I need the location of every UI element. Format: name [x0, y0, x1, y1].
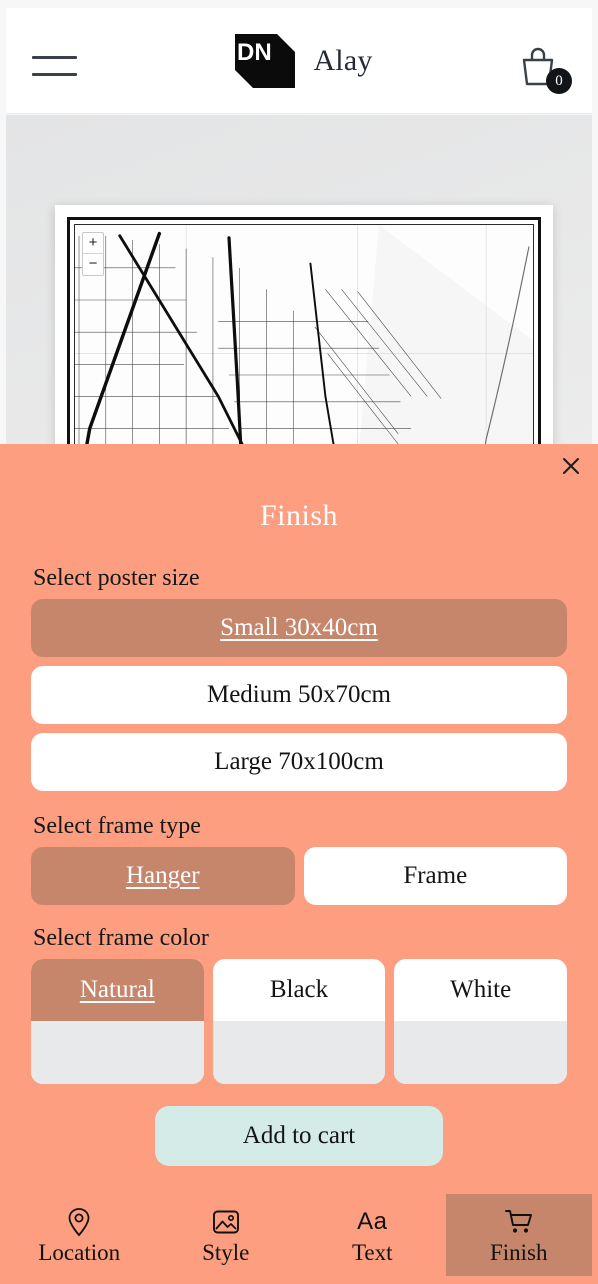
finish-modal: Finish Select poster size Small 30x40cm …: [0, 444, 598, 1284]
bottom-navigation: Location Style Aa Text Finish: [6, 1194, 592, 1276]
frame-color-section: Select frame color Natural Black White: [0, 925, 598, 1084]
cart-button[interactable]: 0: [518, 46, 572, 94]
image-icon: [212, 1206, 240, 1238]
modal-title: Finish: [259, 499, 339, 532]
frame-type-label: Select frame type: [33, 813, 201, 839]
text-aa-glyph: Aa: [357, 1208, 388, 1235]
map-zoom-controls[interactable]: + −: [82, 232, 104, 276]
size-option-small[interactable]: Small 30x40cm: [31, 599, 567, 657]
frame-type-option-hanger[interactable]: Hanger: [31, 847, 295, 905]
nav-label-text: Text: [351, 1240, 393, 1265]
poster-size-section: Select poster size Small 30x40cm Medium …: [0, 565, 598, 791]
frame-color-option-black[interactable]: Black: [212, 959, 386, 1084]
size-option-large[interactable]: Large 70x100cm: [31, 733, 567, 791]
add-to-cart-row: Add to cart: [0, 1106, 598, 1166]
close-icon: [563, 458, 579, 474]
brand: DN Alay: [6, 8, 592, 113]
nav-item-text[interactable]: Aa Text: [299, 1194, 446, 1276]
poster-size-options: Small 30x40cm Medium 50x70cm Large 70x10…: [0, 599, 598, 791]
nav-label-style: Style: [202, 1240, 250, 1265]
app-root: DN Alay 0 + − Finish Select poster size …: [0, 0, 598, 1284]
text-aa-icon: Aa: [357, 1206, 387, 1238]
hamburger-menu-icon[interactable]: [32, 56, 77, 76]
poster-size-label: Select poster size: [33, 565, 200, 591]
zoom-out-button[interactable]: −: [83, 254, 103, 275]
frame-type-section: Select frame type Hanger Frame: [0, 813, 598, 905]
frame-color-natural-label: Natural: [31, 959, 204, 1021]
close-modal-button[interactable]: [554, 449, 588, 483]
frame-type-option-frame[interactable]: Frame: [303, 847, 567, 905]
app-header: DN Alay 0: [6, 8, 592, 114]
dn-logo-icon: DN: [225, 30, 299, 92]
frame-color-options: Natural Black White: [0, 959, 598, 1084]
add-to-cart-button[interactable]: Add to cart: [155, 1106, 443, 1166]
frame-color-natural-swatch: [31, 1021, 204, 1084]
map-pin-icon: [66, 1206, 92, 1238]
frame-color-black-label: Black: [269, 976, 329, 1003]
frame-type-options: Hanger Frame: [0, 847, 598, 905]
frame-color-label: Select frame color: [33, 925, 209, 951]
frame-color-black-swatch: [212, 1021, 386, 1084]
frame-color-option-natural[interactable]: Natural: [31, 959, 204, 1084]
hamburger-line: [32, 56, 77, 59]
nav-item-location[interactable]: Location: [6, 1194, 153, 1276]
svg-text:DN: DN: [237, 39, 272, 66]
nav-item-style[interactable]: Style: [153, 1194, 300, 1276]
frame-color-option-white[interactable]: White: [394, 959, 568, 1084]
nav-label-location: Location: [38, 1240, 121, 1265]
shopping-cart-icon: [504, 1206, 534, 1238]
hamburger-line: [32, 73, 77, 76]
frame-color-white-swatch: [394, 1021, 568, 1084]
zoom-in-button[interactable]: +: [83, 233, 103, 254]
frame-color-white-label: White: [450, 976, 512, 1003]
cart-count-badge: 0: [546, 68, 572, 94]
nav-label-finish: Finish: [489, 1240, 548, 1265]
nav-item-finish[interactable]: Finish: [445, 1194, 592, 1276]
size-option-medium[interactable]: Medium 50x70cm: [31, 666, 567, 724]
page-title: Alay: [313, 43, 373, 77]
